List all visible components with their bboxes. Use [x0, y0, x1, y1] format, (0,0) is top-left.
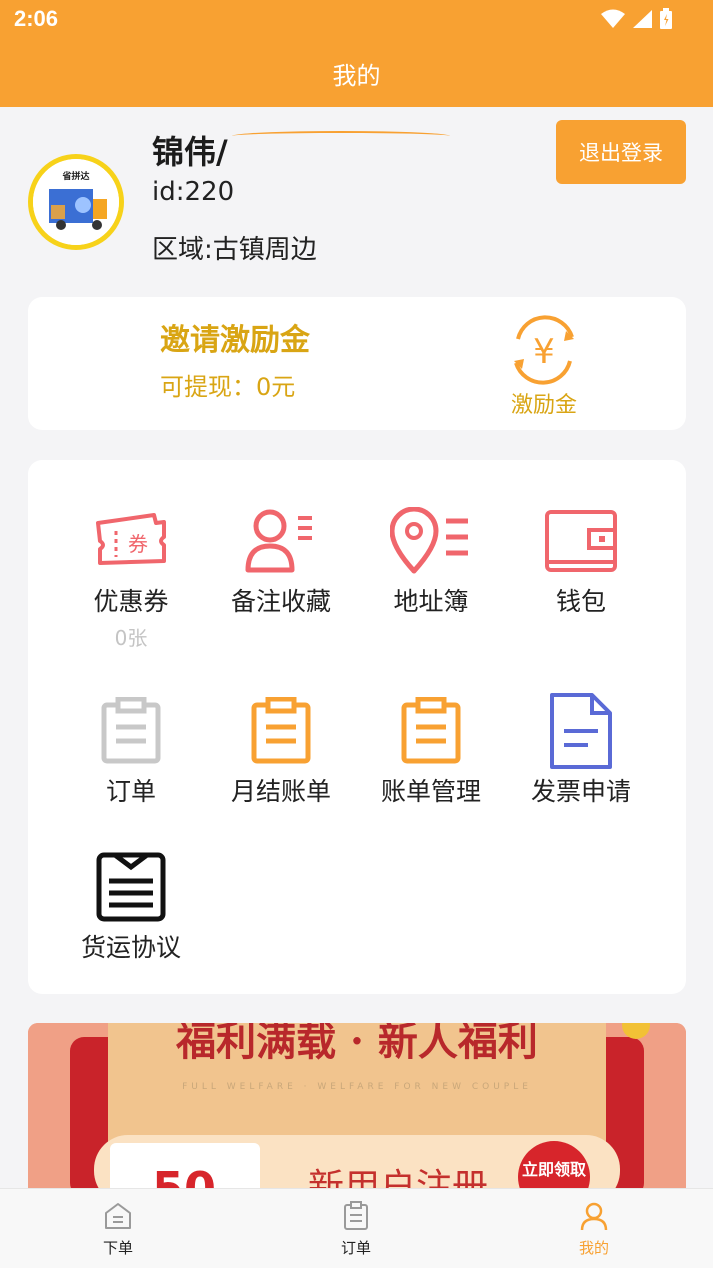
user-name: 锦伟/: [152, 133, 228, 171]
promo-banner-art: 福利满载 · 新人福利 FULL WELFARE · WELFARE FOR N…: [28, 1023, 686, 1193]
currency-cycle-icon[interactable]: ¥: [504, 313, 584, 387]
reward-icon-label: 激励金: [510, 393, 577, 418]
app-bar: 我的: [0, 38, 713, 107]
coupon-count: 0张: [114, 626, 148, 650]
withdrawable-amount: 可提现：0元: [160, 373, 296, 401]
avatar-brand-text: 省拼达: [61, 170, 89, 182]
status-bar: 2:06: [0, 0, 713, 38]
page-title: 我的: [332, 62, 381, 90]
tab-label: 下单: [102, 1239, 133, 1257]
tab-label: 我的: [578, 1239, 609, 1257]
menu-item-invoice[interactable]: 发票申请: [506, 690, 656, 808]
menu-label: 发票申请: [530, 777, 631, 806]
menu-label: 优惠券: [93, 587, 169, 616]
status-icons: [601, 8, 673, 30]
avatar[interactable]: 省拼达: [28, 154, 124, 250]
menu-item-freight-agreement[interactable]: 货运协议: [56, 846, 206, 964]
avatar-logo-icon: 省拼达: [33, 159, 119, 245]
status-time: 2:06: [14, 6, 59, 31]
document-icon: [550, 693, 612, 769]
signal-icon: [633, 10, 652, 28]
banner-headline: 福利满载 · 新人福利: [175, 1023, 538, 1065]
user-id: id:220: [152, 177, 235, 207]
menu-label: 备注收藏: [230, 587, 331, 616]
clipboard-icon: [101, 697, 161, 764]
person-icon: [580, 1202, 608, 1231]
tab-mine[interactable]: 我的: [544, 1201, 644, 1258]
user-region: 区域:古镇周边: [152, 235, 317, 265]
profile-section: 省拼达 锦伟/ id:220 区域:古镇周边 退出登录: [0, 107, 713, 292]
menu-label: 订单: [105, 777, 156, 806]
menu-item-monthly-bill[interactable]: 月结账单: [206, 690, 356, 808]
clipboard-icon: [251, 697, 311, 764]
name-redaction-mark: [232, 131, 450, 141]
coupon-icon: 券: [96, 513, 166, 565]
menu-item-bill-management[interactable]: 账单管理: [356, 690, 506, 808]
menu-item-address-book[interactable]: 地址簿: [356, 500, 506, 618]
banner-subline: FULL WELFARE · WELFARE FOR NEW COUPLE: [182, 1082, 532, 1092]
currency-symbol: ¥: [533, 332, 555, 372]
menu-label: 月结账单: [230, 777, 331, 806]
invite-reward-card[interactable]: 邀请激励金 可提现：0元 ¥ 激励金: [28, 297, 686, 430]
clipboard-icon: [344, 1201, 368, 1230]
menu-item-wallet[interactable]: 钱包: [506, 500, 656, 618]
menu-label: 钱包: [555, 587, 606, 616]
wallet-icon: [545, 510, 617, 572]
tab-place-order[interactable]: 下单: [68, 1201, 168, 1258]
agreement-icon: [96, 852, 166, 922]
menu-item-favorites[interactable]: 备注收藏: [206, 500, 356, 618]
contact-list-icon: [245, 509, 312, 573]
menu-label: 地址簿: [393, 587, 469, 616]
invite-reward-title: 邀请激励金: [160, 323, 310, 358]
menu-grid: 券 优惠券 0张 备注收藏 地址簿 钱包 订单 月结账单 账单管理 发票申请 货…: [28, 460, 686, 994]
bottom-tab-bar: 下单 订单 我的: [0, 1188, 713, 1268]
tab-label: 订单: [340, 1239, 371, 1257]
location-list-icon: [390, 507, 468, 574]
banner-claim-text: 立即领取: [522, 1160, 586, 1179]
clipboard-icon: [401, 697, 461, 764]
home-icon: [105, 1203, 131, 1229]
battery-icon: [660, 8, 672, 29]
menu-label: 货运协议: [80, 933, 181, 962]
wifi-icon: [601, 9, 625, 28]
menu-item-coupon[interactable]: 券 优惠券 0张: [56, 500, 206, 651]
promo-banner[interactable]: 福利满载 · 新人福利 FULL WELFARE · WELFARE FOR N…: [28, 1023, 686, 1193]
coupon-glyph: 券: [128, 532, 148, 556]
menu-label: 账单管理: [380, 777, 481, 806]
menu-item-orders[interactable]: 订单: [56, 690, 206, 808]
tab-orders[interactable]: 订单: [306, 1201, 406, 1258]
logout-button[interactable]: 退出登录: [556, 120, 686, 184]
